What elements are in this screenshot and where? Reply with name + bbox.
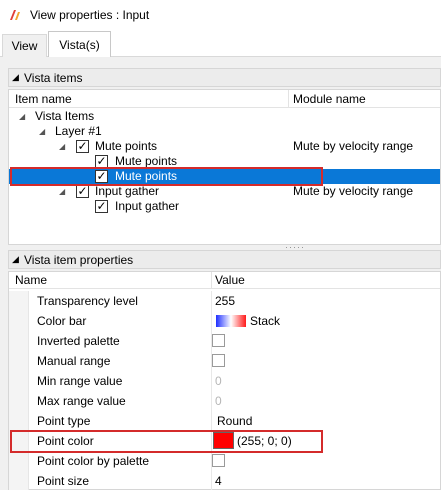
expand-arrow-icon[interactable]: ◢ [19, 109, 25, 124]
min-range-value: 0 [215, 374, 222, 388]
tree-item-layer[interactable]: ◢ Layer #1 [9, 124, 440, 139]
tree-item-mute-points[interactable]: ✓ Mute points [9, 154, 440, 169]
transparency-value[interactable]: 255 [215, 294, 235, 308]
tree-header: Item name Module name [9, 90, 440, 108]
property-point-color-by-palette[interactable]: Point color by palette [9, 451, 440, 471]
point-color-by-palette-checkbox[interactable] [212, 454, 225, 467]
expand-arrow-icon[interactable]: ◢ [39, 124, 45, 139]
column-item-name[interactable]: Item name [15, 92, 72, 106]
column-name[interactable]: Name [15, 273, 47, 287]
inverted-palette-checkbox[interactable] [212, 334, 225, 347]
tree-item-vista-items[interactable]: ◢ Vista Items [9, 109, 440, 124]
checkbox-checked[interactable]: ✓ [95, 170, 108, 183]
collapse-triangle-icon: ◢ [12, 72, 19, 82]
title-bar: View properties : Input [0, 0, 441, 30]
property-manual-range[interactable]: Manual range [9, 351, 440, 371]
property-color-bar[interactable]: Color bar Stack [9, 311, 440, 331]
property-min-range[interactable]: Min range value 0 [9, 371, 440, 391]
expand-arrow-icon[interactable]: ◢ [59, 139, 65, 154]
manual-range-checkbox[interactable] [212, 354, 225, 367]
property-transparency-level[interactable]: Transparency level 255 [9, 291, 440, 311]
checkbox-checked[interactable]: ✓ [76, 140, 89, 153]
checkbox-checked[interactable]: ✓ [95, 200, 108, 213]
point-size-value[interactable]: 4 [215, 474, 222, 488]
checkbox-checked[interactable]: ✓ [95, 155, 108, 168]
collapse-triangle-icon: ◢ [12, 254, 19, 264]
checkbox-checked[interactable]: ✓ [76, 185, 89, 198]
property-point-color[interactable]: Point color (255; 0; 0) [9, 431, 440, 451]
tree-item-mute-points-module[interactable]: ◢ ✓ Mute points Mute by velocity range [9, 139, 440, 154]
tab-vistas[interactable]: Vista(s) [48, 31, 111, 58]
property-max-range[interactable]: Max range value 0 [9, 391, 440, 411]
app-logo-icon [10, 10, 20, 20]
expand-arrow-icon[interactable]: ◢ [59, 184, 65, 199]
property-point-size[interactable]: Point size 4 [9, 471, 440, 490]
point-type-value[interactable]: Round [217, 414, 252, 428]
column-module-name[interactable]: Module name [293, 92, 366, 106]
max-range-value: 0 [215, 394, 222, 408]
color-bar-gradient-icon[interactable] [216, 315, 246, 327]
window-title: View properties : Input [30, 8, 150, 22]
properties-header: Name Value [9, 272, 440, 289]
tab-view[interactable]: View [2, 34, 47, 57]
vista-items-tree: Item name Module name ◢ Vista Items ◢ La… [8, 89, 441, 245]
property-inverted-palette[interactable]: Inverted palette [9, 331, 440, 351]
color-bar-value[interactable]: Stack [250, 314, 280, 328]
item-properties-section-header[interactable]: ◢ Vista item properties [8, 250, 441, 269]
column-value[interactable]: Value [215, 273, 245, 287]
tree-item-input-gather-module[interactable]: ◢ ✓ Input gather Mute by velocity range [9, 184, 440, 199]
tree-item-mute-points-selected[interactable]: ✓ Mute points [9, 169, 440, 184]
point-color-swatch[interactable] [213, 432, 234, 449]
property-point-type[interactable]: Point type Round [9, 411, 440, 431]
tree-item-input-gather[interactable]: ✓ Input gather [9, 199, 440, 214]
point-color-value[interactable]: (255; 0; 0) [237, 434, 292, 448]
tab-strip: View Vista(s) [0, 30, 441, 58]
vista-items-section-header[interactable]: ◢ Vista items [8, 68, 441, 87]
properties-grid: Name Value Transparency level 255 Color … [8, 271, 441, 490]
